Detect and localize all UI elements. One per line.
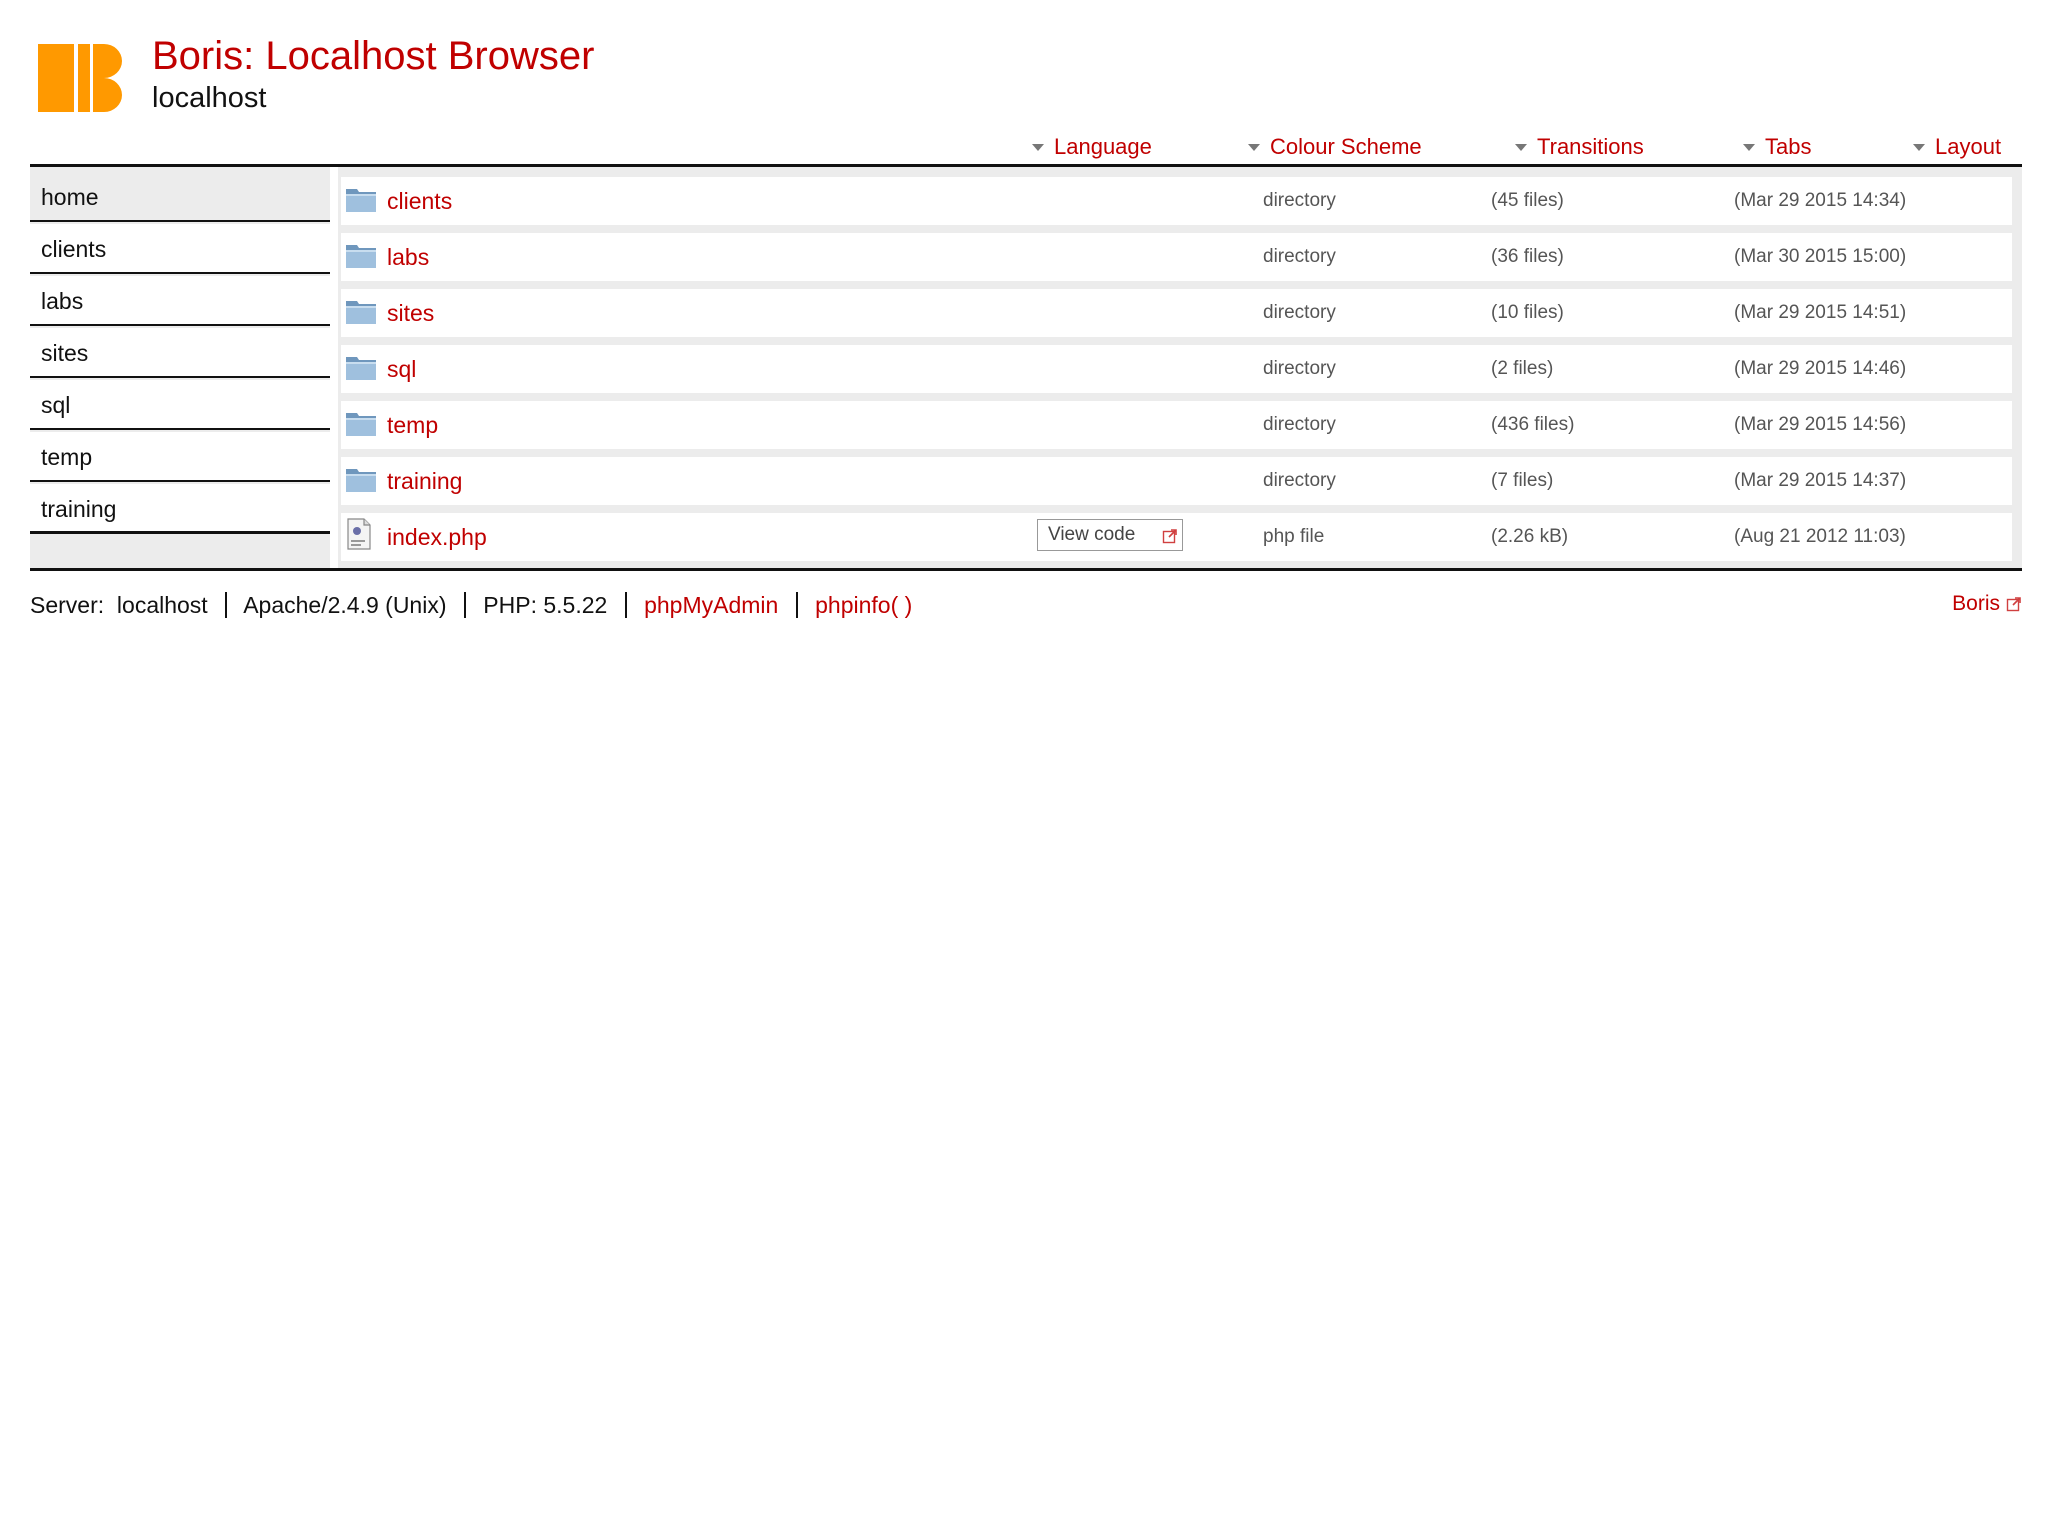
file-row[interactable]: sites directory (10 files) (Mar 29 2015 … xyxy=(341,289,2012,337)
file-size: (2 files) xyxy=(1491,358,1554,379)
server-label: Server: xyxy=(30,592,105,618)
server-value: localhost xyxy=(116,592,208,618)
external-link-icon xyxy=(2006,597,2021,612)
sidebar-item-sites[interactable]: sites xyxy=(30,328,330,378)
language-menu[interactable]: Language xyxy=(1032,134,1152,160)
menu-label: Colour Scheme xyxy=(1270,134,1422,159)
file-type: directory xyxy=(1263,470,1336,491)
boris-logo-icon xyxy=(38,44,122,112)
file-type: php file xyxy=(1263,526,1325,547)
options-menubar: Language Colour Scheme Transitions Tabs … xyxy=(30,130,2030,164)
page-title: Boris: Localhost Browser xyxy=(152,34,595,78)
file-size: (436 files) xyxy=(1491,414,1575,435)
file-size: (2.26 kB) xyxy=(1491,526,1569,547)
footer-separator xyxy=(624,592,627,618)
php-version: PHP: 5.5.22 xyxy=(483,592,608,618)
file-type: directory xyxy=(1263,358,1336,379)
sidebar-item-training[interactable]: training xyxy=(30,484,330,534)
file-name-link[interactable]: training xyxy=(387,468,462,495)
boris-link-label: Boris xyxy=(1952,592,2000,615)
footer-separator xyxy=(795,592,798,618)
file-name-link[interactable]: labs xyxy=(387,244,429,271)
colour-scheme-menu[interactable]: Colour Scheme xyxy=(1248,134,1422,160)
folder-icon xyxy=(346,469,376,492)
folder-icon xyxy=(346,301,376,324)
file-list: clients directory (45 files) (Mar 29 201… xyxy=(338,167,2022,568)
sidebar-item-clients[interactable]: clients xyxy=(30,224,330,274)
file-type: directory xyxy=(1263,414,1336,435)
php-file-icon xyxy=(347,518,371,550)
view-code-button[interactable]: View code xyxy=(1037,519,1183,551)
folder-icon xyxy=(346,189,376,212)
sidebar-item-temp[interactable]: temp xyxy=(30,432,330,482)
external-link-icon xyxy=(1162,529,1177,544)
sidebar-item-sql[interactable]: sql xyxy=(30,380,330,430)
page: Boris: Localhost Browser localhost Langu… xyxy=(0,0,2045,1534)
file-date: (Mar 30 2015 15:00) xyxy=(1734,246,1907,267)
menu-label: Language xyxy=(1054,134,1152,159)
file-name-link[interactable]: index.php xyxy=(387,524,487,551)
dropdown-triangle-icon xyxy=(1743,143,1755,151)
file-size: (10 files) xyxy=(1491,302,1564,323)
dropdown-triangle-icon xyxy=(1032,143,1044,151)
file-date: (Mar 29 2015 14:34) xyxy=(1734,190,1907,211)
boris-link[interactable]: Boris xyxy=(1952,592,2022,616)
file-date: (Aug 21 2012 11:03) xyxy=(1734,526,1906,547)
menu-label: Tabs xyxy=(1765,134,1812,159)
file-name-link[interactable]: sql xyxy=(387,356,416,383)
header: Boris: Localhost Browser localhost xyxy=(38,34,594,124)
file-date: (Mar 29 2015 14:51) xyxy=(1734,302,1907,323)
file-size: (36 files) xyxy=(1491,246,1564,267)
file-date: (Mar 29 2015 14:46) xyxy=(1734,358,1907,379)
file-name-link[interactable]: clients xyxy=(387,188,452,215)
tabs-menu[interactable]: Tabs xyxy=(1743,134,1811,160)
file-row[interactable]: labs directory (36 files) (Mar 30 2015 1… xyxy=(341,233,2012,281)
folder-icon xyxy=(346,413,376,436)
file-date: (Mar 29 2015 14:56) xyxy=(1734,414,1907,435)
file-row[interactable]: index.php View code php file (2.26 kB) (… xyxy=(341,513,2012,561)
transitions-menu[interactable]: Transitions xyxy=(1515,134,1644,160)
footer-separator xyxy=(225,592,228,618)
view-code-label: View code xyxy=(1048,524,1136,545)
apache-version: Apache/2.4.9 (Unix) xyxy=(243,592,447,618)
layout-menu[interactable]: Layout xyxy=(1913,134,2001,160)
file-row[interactable]: temp directory (436 files) (Mar 29 2015 … xyxy=(341,401,2012,449)
file-type: directory xyxy=(1263,302,1336,323)
file-type: directory xyxy=(1263,246,1336,267)
sidebar: home clients labs sites sql temp trainin… xyxy=(30,167,330,568)
file-row[interactable]: sql directory (2 files) (Mar 29 2015 14:… xyxy=(341,345,2012,393)
file-name-link[interactable]: temp xyxy=(387,412,438,439)
dropdown-triangle-icon xyxy=(1248,143,1260,151)
phpmyadmin-link[interactable]: phpMyAdmin xyxy=(644,592,778,618)
file-size: (45 files) xyxy=(1491,190,1564,211)
folder-icon xyxy=(346,357,376,380)
file-date: (Mar 29 2015 14:37) xyxy=(1734,470,1907,491)
footer: Server: localhost Apache/2.4.9 (Unix) PH… xyxy=(30,592,2022,622)
dropdown-triangle-icon xyxy=(1515,143,1527,151)
folder-icon xyxy=(346,245,376,268)
footer-separator xyxy=(463,592,466,618)
file-size: (7 files) xyxy=(1491,470,1554,491)
sidebar-item-home[interactable]: home xyxy=(30,172,330,222)
dropdown-triangle-icon xyxy=(1913,143,1925,151)
phpinfo-link[interactable]: phpinfo( ) xyxy=(815,592,912,618)
sidebar-item-labs[interactable]: labs xyxy=(30,276,330,326)
file-row[interactable]: clients directory (45 files) (Mar 29 201… xyxy=(341,177,2012,225)
bottom-divider xyxy=(30,568,2022,571)
title-block: Boris: Localhost Browser localhost xyxy=(152,34,594,116)
menu-label: Layout xyxy=(1935,134,2002,159)
file-type: directory xyxy=(1263,190,1336,211)
file-row[interactable]: training directory (7 files) (Mar 29 201… xyxy=(341,457,2012,505)
file-name-link[interactable]: sites xyxy=(387,300,434,327)
host-subtitle: localhost xyxy=(152,82,267,114)
menu-label: Transitions xyxy=(1537,134,1644,159)
